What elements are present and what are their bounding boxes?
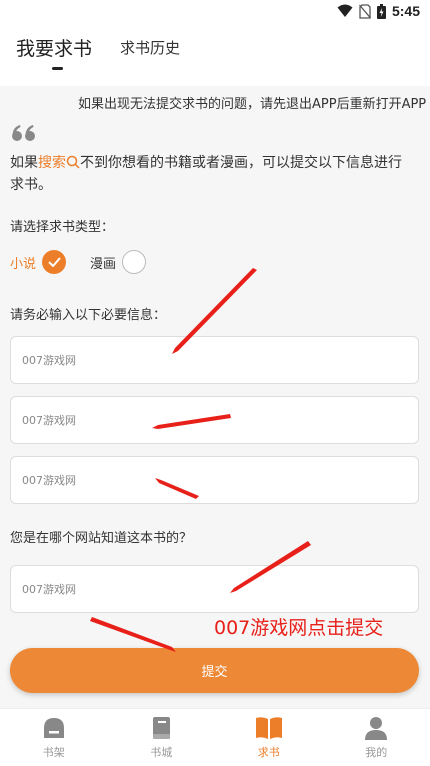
status-icons: 5:45	[337, 3, 420, 19]
nav-shelf[interactable]: 书架	[0, 709, 108, 766]
intro-text: 如果搜索 不到你想看的书籍或者漫画，可以提交以下信息进行求书。	[10, 152, 415, 196]
user-icon	[365, 717, 388, 740]
wifi-icon	[337, 4, 353, 17]
status-bar: 5:45	[0, 0, 430, 24]
book-info-input-2[interactable]	[11, 397, 418, 443]
no-sim-icon	[358, 3, 371, 19]
battery-icon	[376, 3, 386, 19]
nav-request-book[interactable]: 求书	[215, 709, 323, 766]
tab-request-history[interactable]: 求书历史	[120, 37, 180, 58]
source-label: 您是在哪个网站知道这本书的？	[10, 531, 193, 546]
nav-request-book-label: 求书	[257, 746, 280, 759]
book-info-input-1[interactable]	[11, 337, 418, 383]
bottom-nav: 书架 书城 求书 我的	[0, 708, 430, 766]
book-info-field-1	[10, 336, 419, 384]
source-field	[10, 565, 419, 613]
nav-bookstore-label: 书城	[150, 746, 173, 759]
open-book-icon	[255, 717, 282, 739]
nav-profile[interactable]: 我的	[323, 709, 430, 766]
source-input[interactable]	[11, 566, 418, 612]
nav-bookstore[interactable]: 书城	[108, 709, 216, 766]
book-icon	[153, 717, 171, 739]
intro-search-link[interactable]: 搜索	[38, 155, 80, 171]
tab-active-indicator	[52, 67, 63, 70]
type-novel-radio[interactable]	[42, 250, 67, 274]
intro-search-word: 搜索	[38, 155, 66, 171]
book-info-field-3	[10, 456, 419, 504]
request-form: 如果出现无法提交求书的问题，请先退出APP后重新打开APP 如果搜索 不到你想看的…	[0, 86, 430, 708]
book-info-input-3[interactable]	[11, 457, 418, 503]
nav-shelf-label: 书架	[42, 746, 65, 759]
type-radio-group: 小说 漫画	[10, 248, 147, 276]
intro-prefix: 如果	[10, 155, 38, 171]
shelf-icon	[43, 718, 64, 738]
check-icon	[47, 257, 61, 267]
type-novel-label: 小说	[10, 256, 37, 272]
book-info-field-2	[10, 396, 419, 444]
submit-button[interactable]: 提交	[10, 648, 419, 693]
quote-icon	[12, 125, 35, 141]
nav-profile-label: 我的	[365, 746, 388, 759]
notice-marquee: 如果出现无法提交求书的问题，请先退出APP后重新打开APP	[78, 97, 427, 112]
tab-request-book[interactable]: 我要求书	[16, 34, 92, 61]
type-comic-label: 漫画	[90, 256, 117, 272]
type-comic-radio[interactable]	[122, 250, 147, 274]
search-icon	[66, 155, 80, 169]
status-time: 5:45	[391, 3, 420, 19]
required-label: 请务必输入以下必要信息：	[10, 308, 167, 323]
annotation-text: 007游戏网点击提交	[214, 617, 384, 639]
top-tabs: 我要求书 求书历史	[0, 24, 430, 86]
type-label: 请选择求书类型：	[10, 220, 115, 235]
